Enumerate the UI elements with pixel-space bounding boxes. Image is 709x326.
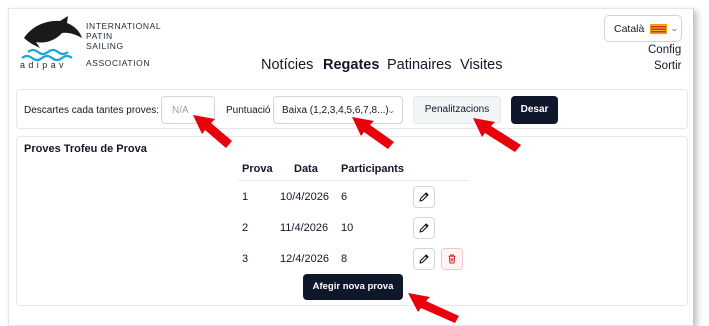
scoring-value: Baixa (1,2,3,4,5,6,7,8...)	[282, 105, 389, 116]
table-cell-participants: 10	[341, 222, 354, 234]
ipsa-logo: INTERNATIONAL PATIN SAILING ASSOCIATION …	[20, 14, 170, 74]
edit-race-button[interactable]	[413, 186, 435, 208]
save-button[interactable]: Desar	[511, 96, 558, 124]
logo-line: ASSOCIATION	[86, 58, 151, 68]
nav-noticies[interactable]: Notícies	[261, 57, 313, 73]
column-header-participants: Participants	[341, 163, 404, 175]
logo-text: INTERNATIONAL PATIN SAILING ASSOCIATION	[86, 21, 162, 68]
penalties-button[interactable]: Penalitzacions	[413, 96, 501, 124]
table-cell-prova: 1	[242, 191, 249, 203]
nav-regates[interactable]: Regates	[323, 57, 379, 73]
table-cell-data: 11/4/2026	[280, 222, 329, 234]
catalonia-flag-icon	[650, 23, 668, 34]
table-cell-data: 12/4/2026	[280, 253, 329, 265]
discards-label: Descartes cada tantes proves:	[24, 105, 160, 116]
scoring-select[interactable]: Baixa (1,2,3,4,5,6,7,8...) ⌄	[273, 96, 403, 124]
table-cell-participants: 6	[341, 191, 348, 203]
add-race-button[interactable]: Afegir nova prova	[303, 274, 403, 300]
discards-input[interactable]: N/A	[161, 96, 215, 124]
table-divider	[238, 180, 468, 181]
config-link[interactable]: Config	[648, 44, 681, 56]
pencil-icon	[419, 254, 429, 264]
edit-race-button[interactable]	[413, 217, 435, 239]
language-selected: Català	[614, 22, 645, 35]
logout-link[interactable]: Sortir	[654, 60, 681, 72]
table-cell-data: 10/4/2026	[280, 191, 329, 203]
table-cell-participants: 8	[341, 253, 348, 265]
chevron-down-icon: ⌄	[387, 106, 397, 115]
delete-race-button[interactable]	[441, 248, 463, 270]
logo-line: INTERNATIONAL	[86, 21, 162, 31]
column-header-prova: Prova	[242, 163, 273, 175]
dolphin-logo-icon	[21, 16, 82, 62]
chevron-down-icon: ⌄	[670, 24, 680, 33]
nav-visites[interactable]: Visites	[460, 57, 502, 73]
pencil-icon	[419, 223, 429, 233]
races-title: Proves Trofeu de Prova	[24, 143, 147, 155]
nav-patinaires[interactable]: Patinaires	[387, 57, 451, 73]
edit-race-button[interactable]	[413, 248, 435, 270]
logo-line: SAILING	[86, 41, 124, 51]
pencil-icon	[419, 192, 429, 202]
language-select[interactable]: Català ⌄	[604, 15, 682, 42]
logo-line: PATIN	[86, 31, 113, 41]
table-cell-prova: 3	[242, 253, 249, 265]
trash-icon	[448, 254, 456, 264]
logo-adipav: adipav	[20, 60, 67, 70]
column-header-data: Data	[294, 163, 318, 175]
table-cell-prova: 2	[242, 222, 249, 234]
scoring-label: Puntuació	[226, 105, 271, 116]
